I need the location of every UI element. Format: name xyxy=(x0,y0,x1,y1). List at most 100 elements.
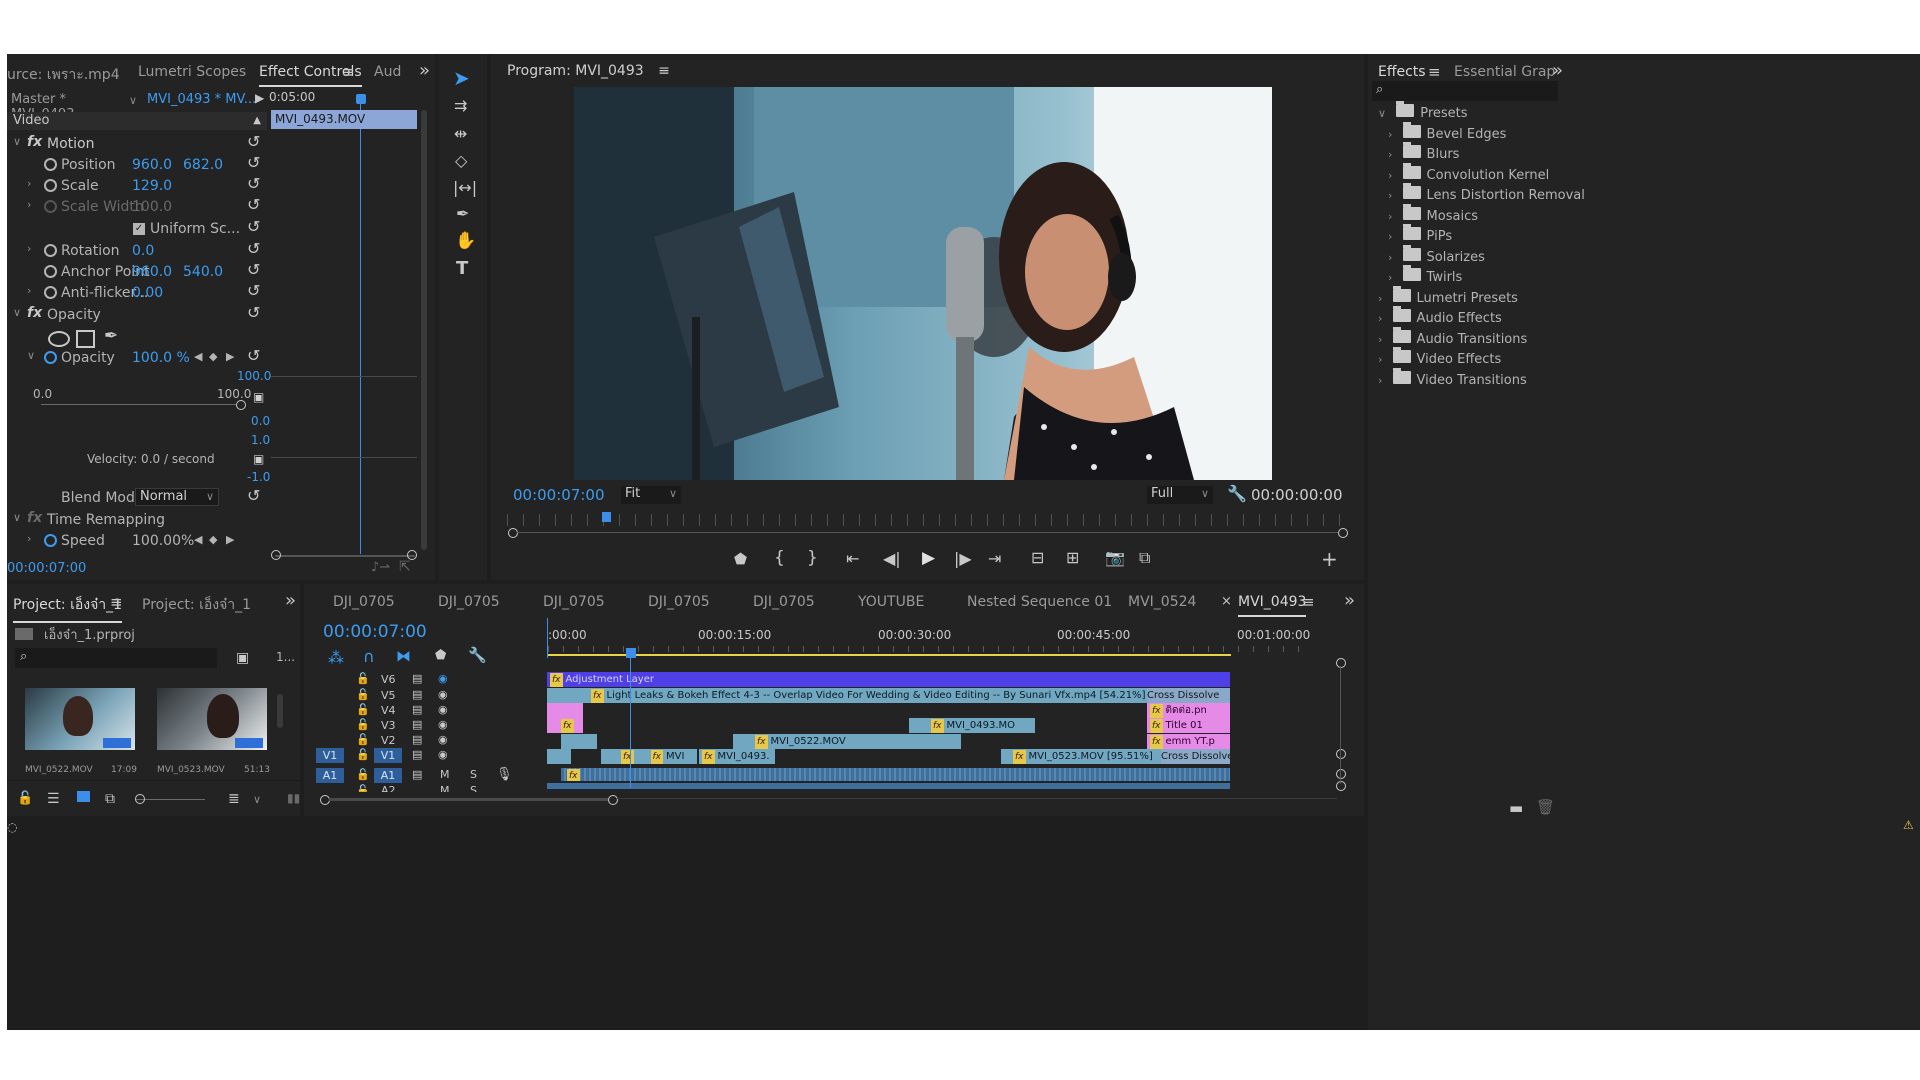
panel-menu-icon[interactable]: ≡ xyxy=(1302,593,1315,611)
comparison-view-icon[interactable]: ⧉ xyxy=(1139,548,1150,568)
timeline-hscroll-track[interactable] xyxy=(617,798,1337,799)
slip-tool-icon[interactable]: |↔| xyxy=(453,178,477,197)
chevron-open-icon[interactable]: ∨ xyxy=(13,511,21,524)
scroll-handle-a1[interactable] xyxy=(1336,769,1346,779)
sync-lock-icon[interactable]: ▤ xyxy=(412,748,422,761)
trash-icon[interactable]: 🗑 xyxy=(1536,798,1555,816)
collapse-up-icon[interactable]: ▲ xyxy=(253,112,261,130)
lock-icon[interactable]: 🔓 xyxy=(356,703,370,716)
reset-icon[interactable]: ↺ xyxy=(247,132,260,151)
reset-icon[interactable]: ↺ xyxy=(247,346,260,365)
sort-icon[interactable]: ≣ xyxy=(228,791,240,807)
add-marker-icon[interactable]: ⬟ xyxy=(435,648,446,663)
tab-project-1[interactable]: Project: เอ็งจ๋า_1 xyxy=(13,594,123,623)
tab-sequence-dji-4[interactable]: DJI_0705 xyxy=(648,594,710,610)
panel-menu-icon[interactable]: ≡ xyxy=(1428,63,1441,81)
add-marker-icon[interactable]: ⬟ xyxy=(734,550,747,568)
tab-sequence-dji-3[interactable]: DJI_0705 xyxy=(543,594,605,610)
uniform-scale-checkbox[interactable]: ✓ xyxy=(133,223,145,235)
clip-v1-b[interactable]: fx MVI_0493. xyxy=(699,749,775,764)
tab-sequence-youtube[interactable]: YOUTUBE xyxy=(858,594,924,610)
tab-sequence-mvi-0493[interactable]: MVI_0493 xyxy=(1238,594,1307,617)
selection-tool-icon[interactable]: ➤ xyxy=(453,66,470,90)
microphone-icon[interactable]: 🎙 xyxy=(496,767,513,782)
zoom-slider-handle[interactable] xyxy=(135,794,145,804)
ec-vertical-scrollbar[interactable] xyxy=(421,110,427,550)
pen-tool-icon[interactable]: ✒ xyxy=(456,204,469,223)
lock-icon[interactable]: 🔓 xyxy=(356,748,370,761)
clip-v2-end[interactable]: fx emm YT.p xyxy=(1147,734,1230,749)
freeform-view-icon[interactable]: ⧉ xyxy=(105,791,115,807)
timeline-timecode[interactable]: 00:00:07:00 xyxy=(323,622,427,642)
add-keyframe-icon[interactable]: ◆ xyxy=(209,533,217,546)
ec-zoom-start-handle[interactable] xyxy=(271,550,281,560)
scroll-handle-v1[interactable] xyxy=(1336,749,1346,759)
project-scrollbar[interactable] xyxy=(277,694,283,728)
ellipse-mask-icon[interactable] xyxy=(48,331,70,347)
tab-sequence-nested[interactable]: Nested Sequence 01 xyxy=(967,594,1112,610)
sync-lock-icon[interactable]: ▤ xyxy=(412,672,422,685)
track-target-v1[interactable]: V1 xyxy=(374,748,402,763)
lock-icon[interactable]: 🔓 xyxy=(356,733,370,746)
chevron-right-icon[interactable]: › xyxy=(27,242,31,255)
speed-value[interactable]: 100.00% xyxy=(132,533,194,549)
tree-item-lumetri-presets[interactable]: › Lumetri Presets xyxy=(1378,286,1518,306)
timeline-zoom-bar[interactable] xyxy=(329,798,609,801)
panel-menu-icon[interactable]: ≡ xyxy=(342,63,355,81)
clip-adjustment-layer[interactable]: fx Adjustment Layer xyxy=(547,672,1230,687)
step-forward-icon[interactable]: |▶ xyxy=(954,549,972,568)
scroll-handle-top[interactable] xyxy=(1336,658,1346,668)
sync-lock-icon[interactable]: ▤ xyxy=(412,733,422,746)
tree-item-blurs[interactable]: › Blurs xyxy=(1388,142,1459,162)
stopwatch-icon[interactable] xyxy=(44,244,57,257)
anchor-x-value[interactable]: 960.0 xyxy=(132,264,172,280)
tab-sequence-dji-2[interactable]: DJI_0705 xyxy=(438,594,500,610)
timeline-zoom-end[interactable] xyxy=(608,795,618,805)
timeline-vscroll[interactable] xyxy=(1340,666,1341,784)
timeline-playhead-marker[interactable] xyxy=(626,648,636,658)
opacity-slider-handle[interactable] xyxy=(236,400,246,410)
sync-lock-icon[interactable]: ▤ xyxy=(412,688,422,701)
tree-item-bevel-edges[interactable]: › Bevel Edges xyxy=(1388,122,1506,142)
clip-mvi-0522[interactable]: fx MVI_0522.MOV xyxy=(733,734,961,749)
tab-effects[interactable]: Effects xyxy=(1378,64,1426,87)
position-x-value[interactable]: 960.0 xyxy=(132,157,172,173)
stopwatch-icon[interactable] xyxy=(44,158,57,171)
panel-menu-icon[interactable]: ≡ xyxy=(658,63,670,79)
ec-zoom-bar[interactable] xyxy=(275,555,415,557)
lock-icon[interactable]: 🔓 xyxy=(356,768,370,781)
close-icon[interactable]: × xyxy=(1221,594,1232,609)
thumbnail-mvi-0522[interactable] xyxy=(25,688,135,750)
speed-row[interactable]: › Speed 100.00% ◀ ◆ ▶ xyxy=(7,531,267,557)
clip-v4-start[interactable] xyxy=(547,703,583,718)
program-zoom-end[interactable] xyxy=(1338,528,1348,538)
sync-lock-icon[interactable]: ▤ xyxy=(412,703,422,716)
panel-menu-icon[interactable]: ≡ xyxy=(110,593,123,611)
tree-item-solarizes[interactable]: › Solarizes xyxy=(1388,245,1485,265)
sync-lock-icon[interactable]: ▤ xyxy=(412,718,422,731)
keyframe-graph-icon[interactable]: ▣ xyxy=(253,390,264,404)
go-to-out-icon[interactable]: ⇥ xyxy=(988,549,1001,568)
eye-hidden-icon[interactable]: ◉ xyxy=(438,672,448,685)
clip-v3-mid[interactable]: fx MVI_0493.MO xyxy=(909,718,1035,733)
tab-lumetri-scopes[interactable]: Lumetri Scopes xyxy=(138,64,246,80)
video-frame[interactable] xyxy=(574,87,1272,480)
program-timecode[interactable]: 00:00:07:00 xyxy=(513,486,605,504)
play-icon[interactable]: ▶ xyxy=(922,548,935,568)
tab-sequence-dji-1[interactable]: DJI_0705 xyxy=(333,594,395,610)
ec-playhead-marker[interactable] xyxy=(356,94,366,104)
list-view-icon[interactable]: ☰ xyxy=(47,791,60,807)
mute-button[interactable]: M xyxy=(440,768,450,781)
mark-out-icon[interactable]: } xyxy=(807,548,818,568)
solo-button[interactable]: S xyxy=(470,784,477,792)
chevron-right-icon[interactable]: › xyxy=(27,532,31,545)
snap-nest-icon[interactable]: ⁂ xyxy=(328,648,344,667)
icon-view-icon[interactable] xyxy=(77,791,90,802)
linked-selection-icon[interactable]: ⧓ xyxy=(396,647,411,665)
tab-essential-graphics[interactable]: Essential Grap xyxy=(1454,64,1555,80)
antiflicker-value[interactable]: 0.00 xyxy=(132,285,163,301)
tree-item-twirls[interactable]: › Twirls xyxy=(1388,265,1462,285)
ec-clip-bar[interactable]: MVI_0493.MOV xyxy=(271,110,417,129)
tree-item-video-effects[interactable]: › Video Effects xyxy=(1378,347,1501,367)
ec-current-time[interactable]: 00:00:07:00 xyxy=(7,561,86,576)
